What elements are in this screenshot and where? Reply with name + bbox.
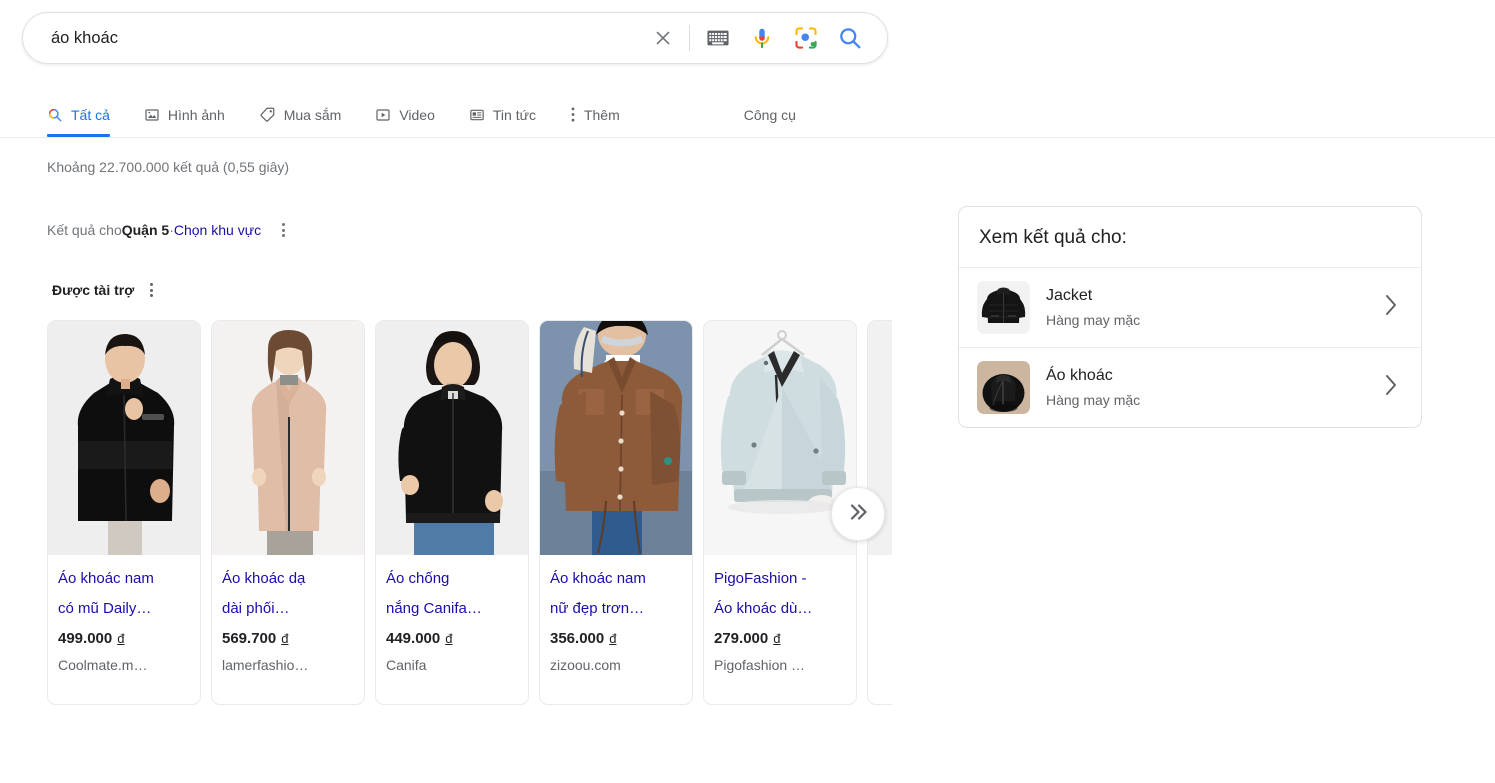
chevron-right-icon[interactable]: [1383, 292, 1403, 323]
black-leather-jacket-thumbnail: [977, 361, 1030, 414]
currency-symbol: đ: [773, 631, 781, 646]
panel-item-subtitle: Hàng may mặc: [1046, 391, 1141, 408]
google-lens-icon[interactable]: [789, 21, 823, 55]
sponsored-label: Được tài trợ: [52, 282, 135, 298]
product-merchant: Pigofashion …: [714, 657, 806, 673]
tab-all[interactable]: Tất cả: [47, 98, 110, 137]
panel-row-jacket[interactable]: Jacket Hàng may mặc: [959, 268, 1421, 348]
product-card[interactable]: Áo khoác nam có mũ Daily… 499.000 đ Cool…: [47, 320, 201, 705]
product-price: 569.700 đ: [222, 630, 354, 647]
sponsored-header: Được tài trợ: [52, 279, 157, 301]
search-bar-container: [22, 12, 888, 64]
product-title-line1[interactable]: Áo chống: [386, 564, 518, 594]
search-bar[interactable]: [22, 12, 888, 64]
news-icon: [469, 107, 485, 123]
choose-area-link[interactable]: Chọn khu vực: [174, 222, 261, 238]
search-icon: [47, 107, 63, 123]
chevron-right-icon[interactable]: [1383, 372, 1403, 403]
product-title-line2[interactable]: nữ đẹp trơn…: [550, 594, 682, 624]
sponsored-options-icon[interactable]: [146, 279, 157, 301]
product-price: 356.000 đ: [550, 630, 682, 647]
product-merchant: lamerfashio…: [222, 657, 309, 673]
tab-shopping[interactable]: Mua sắm: [259, 98, 342, 131]
divider: [689, 25, 690, 51]
product-price: 499.000 đ: [58, 630, 190, 647]
product-image: [48, 321, 200, 555]
product-title-line1[interactable]: Áo khoác nam: [58, 564, 190, 594]
search-input[interactable]: [23, 27, 648, 49]
product-image: [212, 321, 364, 555]
product-card[interactable]: Áo khoác nam nữ đẹp trơn… 356.000 đ zizo…: [539, 320, 693, 705]
tools-button[interactable]: Công cụ: [744, 98, 796, 131]
product-merchant: Coolmate.m…: [58, 657, 148, 673]
tab-more[interactable]: Thêm: [570, 98, 620, 131]
close-icon[interactable]: [648, 23, 678, 53]
price-value: 449.000: [386, 630, 441, 647]
product-merchant: Canifa: [386, 657, 427, 673]
product-image: [376, 321, 528, 555]
location-row: Kết quả cho Quận 5 · Chọn khu vực: [47, 219, 289, 241]
product-title-line2[interactable]: dài phối…: [222, 594, 354, 624]
panel-heading: Xem kết quả cho:: [959, 207, 1421, 268]
sponsored-product-carousel[interactable]: Áo khoác nam có mũ Daily… 499.000 đ Cool…: [47, 320, 892, 705]
price-value: 356.000: [550, 630, 605, 647]
see-results-for-panel: Xem kết quả cho: Jacket Hàng may mặc Áo …: [958, 206, 1422, 428]
product-title-line2[interactable]: nắng Canifa…: [386, 594, 518, 624]
location-options-icon[interactable]: [278, 219, 289, 241]
price-value: 279.000: [714, 630, 769, 647]
carousel-next-button[interactable]: [831, 487, 885, 541]
location-name: Quận 5: [121, 222, 170, 238]
product-title-line1[interactable]: PigoFashion -: [714, 564, 846, 594]
tab-label: Mua sắm: [283, 106, 342, 123]
tab-label: Tất cả: [71, 106, 110, 123]
search-nav-tabs: Tất cả Hình ảnh Mua sắm Video Tin tức Th…: [0, 98, 1495, 138]
tab-label: Video: [399, 106, 435, 123]
image-icon: [144, 107, 160, 123]
tab-news[interactable]: Tin tức: [469, 98, 536, 131]
panel-item-subtitle: Hàng may mặc: [1046, 311, 1141, 328]
tab-images[interactable]: Hình ảnh: [144, 98, 225, 131]
keyboard-icon[interactable]: [701, 21, 735, 55]
tab-label: Tin tức: [492, 106, 536, 123]
currency-symbol: đ: [281, 631, 289, 646]
product-card[interactable]: Áo chống nắng Canifa… 449.000 đ Canifa: [375, 320, 529, 705]
tab-label: Thêm: [583, 106, 620, 123]
panel-item-title: Áo khoác: [1046, 366, 1113, 384]
black-puffer-jacket-thumbnail: [977, 281, 1030, 334]
search-icon[interactable]: [833, 21, 867, 55]
currency-symbol: đ: [117, 631, 125, 646]
microphone-icon[interactable]: [745, 21, 779, 55]
tag-icon: [259, 106, 276, 123]
product-image: [540, 321, 692, 555]
product-card[interactable]: Áo khoác dạ dài phối… 569.700 đ lamerfas…: [211, 320, 365, 705]
product-merchant: zizoou.com: [550, 657, 621, 673]
product-price: 449.000 đ: [386, 630, 518, 647]
panel-row-ao-khoac[interactable]: Áo khoác Hàng may mặc: [959, 348, 1421, 427]
location-prefix: Kết quả cho: [47, 222, 122, 238]
active-tab-indicator: [47, 134, 110, 137]
currency-symbol: đ: [445, 631, 453, 646]
panel-item-title: Jacket: [1046, 286, 1093, 304]
product-title-line1[interactable]: Áo khoác dạ: [222, 564, 354, 594]
next-arrow-icon: [846, 500, 870, 529]
currency-symbol: đ: [609, 631, 617, 646]
product-title-line1[interactable]: Áo khoác nam: [550, 564, 682, 594]
more-vertical-icon: [570, 106, 576, 123]
tab-video[interactable]: Video: [375, 98, 435, 131]
tab-label: Hình ảnh: [167, 106, 225, 123]
product-title-line2[interactable]: có mũ Daily…: [58, 594, 190, 624]
video-icon: [375, 107, 391, 123]
result-stats: Khoảng 22.700.000 kết quả (0,55 giây): [47, 159, 290, 175]
price-value: 499.000: [58, 630, 113, 647]
price-value: 569.700: [222, 630, 277, 647]
product-price: 279.000 đ: [714, 630, 846, 647]
product-title-line2[interactable]: Áo khoác dù…: [714, 594, 846, 624]
